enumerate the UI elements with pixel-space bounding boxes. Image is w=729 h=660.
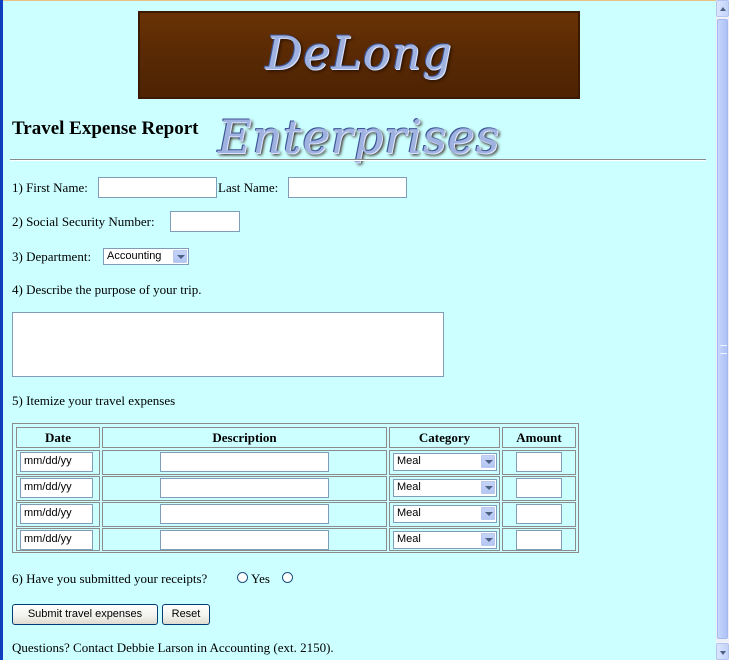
purpose-textarea[interactable]: [12, 312, 444, 377]
company-logo: DeLong Enterprises: [138, 11, 580, 164]
amount-input[interactable]: [516, 504, 562, 524]
vertical-scrollbar[interactable]: [716, 0, 729, 660]
category-select[interactable]: Meal: [393, 505, 497, 523]
scroll-down-button[interactable]: [716, 643, 729, 660]
purpose-label: 4) Describe the purpose of your trip.: [12, 282, 202, 297]
horizontal-rule: [10, 159, 706, 161]
chevron-down-icon[interactable]: [481, 507, 495, 520]
category-selected-value: Meal: [397, 455, 421, 467]
date-input[interactable]: mm/dd/yy: [20, 504, 93, 524]
last-name-label: Last Name:: [218, 180, 279, 195]
submit-button[interactable]: Submit travel expenses: [12, 604, 158, 625]
department-selected-value: Accounting: [107, 250, 162, 262]
description-input[interactable]: [160, 504, 329, 524]
grip-icon: [720, 345, 727, 354]
header-date: Date: [16, 427, 100, 448]
chevron-down-icon[interactable]: [481, 455, 495, 468]
chevron-down-icon[interactable]: [481, 481, 495, 494]
date-input[interactable]: mm/dd/yy: [20, 452, 93, 472]
header-amount: Amount: [502, 427, 576, 448]
description-input[interactable]: [160, 478, 329, 498]
receipts-label: 6) Have you submitted your receipts?: [12, 571, 208, 586]
category-selected-value: Meal: [397, 533, 421, 545]
category-select[interactable]: Meal: [393, 531, 497, 549]
amount-input[interactable]: [516, 452, 562, 472]
department-label: 3) Department:: [12, 249, 92, 264]
company-logo-text: DeLong Enterprises: [217, 26, 501, 164]
ssn-input[interactable]: [170, 211, 240, 232]
category-selected-value: Meal: [397, 507, 421, 519]
expenses-table: Date Description Category Amount mm/dd/y…: [12, 423, 579, 553]
amount-input[interactable]: [516, 530, 562, 550]
page-title: Travel Expense Report: [12, 118, 199, 139]
amount-input[interactable]: [516, 478, 562, 498]
chevron-down-icon: [720, 651, 726, 655]
reset-button[interactable]: Reset: [162, 604, 210, 625]
description-input[interactable]: [160, 452, 329, 472]
first-name-input[interactable]: [98, 177, 217, 198]
category-selected-value: Meal: [397, 481, 421, 493]
scroll-up-button[interactable]: [716, 0, 729, 17]
chevron-down-icon[interactable]: [173, 250, 187, 263]
chevron-up-icon: [720, 7, 726, 11]
header-category: Category: [389, 427, 500, 448]
first-name-label: 1) First Name:: [12, 180, 88, 195]
description-input[interactable]: [160, 530, 329, 550]
category-select[interactable]: Meal: [393, 453, 497, 471]
chevron-down-icon[interactable]: [481, 533, 495, 546]
page: DeLong Enterprises Travel Expense Report…: [0, 0, 716, 660]
contact-text: Questions? Contact Debbie Larson in Acco…: [12, 640, 334, 655]
header-description: Description: [102, 427, 387, 448]
department-select[interactable]: Accounting: [103, 248, 189, 265]
ssn-label: 2) Social Security Number:: [12, 214, 155, 229]
receipts-no-radio[interactable]: [282, 572, 293, 583]
category-select[interactable]: Meal: [393, 479, 497, 497]
scrollbar-thumb[interactable]: [717, 19, 728, 639]
expenses-label: 5) Itemize your travel expenses: [12, 393, 176, 408]
date-input[interactable]: mm/dd/yy: [20, 530, 93, 550]
last-name-input[interactable]: [288, 177, 407, 198]
date-input[interactable]: mm/dd/yy: [20, 478, 93, 498]
receipts-yes-label: Yes: [251, 571, 270, 586]
receipts-yes-radio[interactable]: [237, 572, 248, 583]
